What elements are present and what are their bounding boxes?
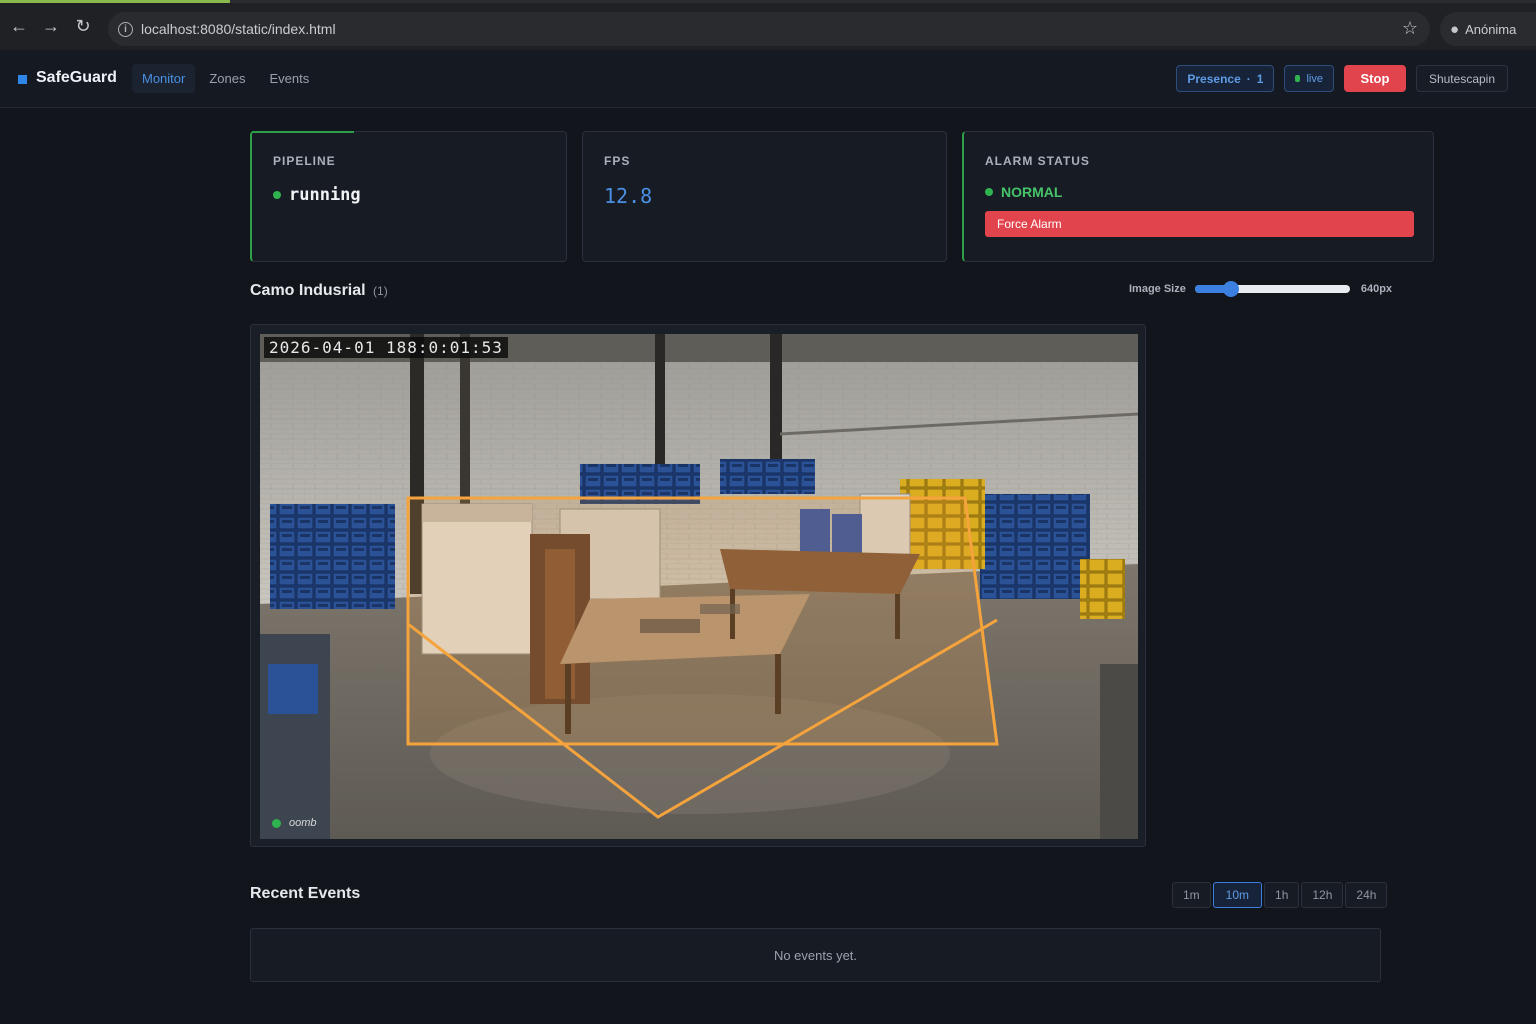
fps-card: FPS 12.8: [582, 131, 947, 262]
range-24h[interactable]: 24h: [1345, 882, 1388, 908]
camera-name: Camo Indusrial: [250, 282, 366, 299]
alarm-card: ALARM STATUS NORMAL Force Alarm: [962, 131, 1434, 262]
presence-count: 1: [1256, 71, 1264, 86]
back-icon[interactable]: ←: [6, 14, 32, 40]
stop-button[interactable]: Stop: [1343, 65, 1406, 92]
url-text: localhost:8080/static/index.html: [141, 21, 336, 37]
header-actions: Presence · 1 live Stop Shutescapin: [1176, 65, 1508, 92]
pipeline-status: running: [273, 185, 545, 205]
main-nav: Monitor Zones Events: [132, 64, 319, 93]
alarm-label: ALARM STATUS: [985, 154, 1090, 168]
status-dot-icon: [273, 191, 281, 199]
events-list: No events yet.: [250, 928, 1381, 982]
live-dot-icon: [1295, 75, 1301, 82]
camera-frame: 2026-04-01 188:0:01:53 oomb: [250, 324, 1146, 847]
events-title: Recent Events: [250, 885, 361, 902]
range-10m[interactable]: 10m: [1212, 882, 1263, 908]
brand-name: SafeGuard: [36, 69, 117, 86]
image-size-control: Image Size 640px: [1129, 281, 1393, 297]
forward-icon[interactable]: →: [38, 14, 64, 40]
incognito-icon: ●: [1450, 20, 1460, 38]
profile-button[interactable]: ● Anónima: [1440, 12, 1536, 46]
live-label: live: [1306, 72, 1323, 85]
events-empty-text: No events yet.: [773, 947, 858, 963]
presence-separator: ·: [1246, 71, 1251, 86]
brand: SafeGuard: [18, 69, 117, 87]
alarm-status: NORMAL: [985, 184, 1412, 200]
app-header: SafeGuard Monitor Zones Events Presence …: [0, 50, 1536, 108]
camera-timestamp: 2026-04-01 188:0:01:53: [264, 337, 508, 358]
presence-badge: Presence · 1: [1176, 65, 1275, 92]
range-12h[interactable]: 12h: [1301, 882, 1344, 908]
loading-bar: [0, 0, 230, 3]
image-size-value: 640px: [1360, 283, 1393, 295]
camera-status-text: oomb: [289, 817, 317, 829]
status-dot-icon: [985, 188, 993, 196]
presence-label: Presence: [1187, 71, 1241, 86]
camera-id: (1): [373, 284, 388, 298]
brand-logo-icon: [18, 74, 27, 84]
camera-feed-image[interactable]: 2026-04-01 188:0:01:53 oomb: [260, 334, 1138, 839]
camera-status-dot-icon: [272, 818, 281, 828]
camera-title: Camo Indusrial (1): [250, 282, 388, 300]
profile-label: Anónima: [1465, 21, 1517, 37]
site-info-icon[interactable]: i: [118, 21, 133, 37]
pipeline-value: running: [289, 185, 361, 205]
live-badge: live: [1284, 65, 1334, 92]
range-1h[interactable]: 1h: [1264, 882, 1300, 908]
pipeline-label: PIPELINE: [273, 154, 336, 168]
image-size-slider[interactable]: [1194, 281, 1350, 297]
tab-monitor[interactable]: Monitor: [132, 64, 196, 93]
fps-label: FPS: [604, 154, 631, 168]
reload-icon[interactable]: ↻: [70, 14, 96, 40]
snapshot-button[interactable]: Shutescapin: [1415, 65, 1508, 92]
detection-zone: [406, 496, 999, 746]
camera-status: oomb: [272, 817, 317, 829]
alarm-value: NORMAL: [1001, 184, 1063, 200]
tab-zones[interactable]: Zones: [199, 64, 255, 93]
warehouse-scene: [260, 334, 1138, 839]
tab-events[interactable]: Events: [260, 64, 320, 93]
fps-value: 12.8: [604, 184, 653, 208]
bookmark-star-icon[interactable]: ☆: [1402, 18, 1418, 39]
range-1m[interactable]: 1m: [1172, 882, 1211, 908]
address-bar[interactable]: i localhost:8080/static/index.html ☆: [108, 12, 1430, 46]
card-accent: [252, 131, 354, 133]
slider-thumb[interactable]: [1222, 281, 1239, 297]
browser-toolbar: ← → ↻ i localhost:8080/static/index.html…: [0, 0, 1536, 50]
image-size-label: Image Size: [1129, 283, 1186, 295]
force-alarm-button[interactable]: Force Alarm: [985, 211, 1414, 237]
pipeline-card: PIPELINE running: [250, 131, 567, 262]
time-range-tabs: 1m 10m 1h 12h 24h: [1172, 882, 1388, 908]
